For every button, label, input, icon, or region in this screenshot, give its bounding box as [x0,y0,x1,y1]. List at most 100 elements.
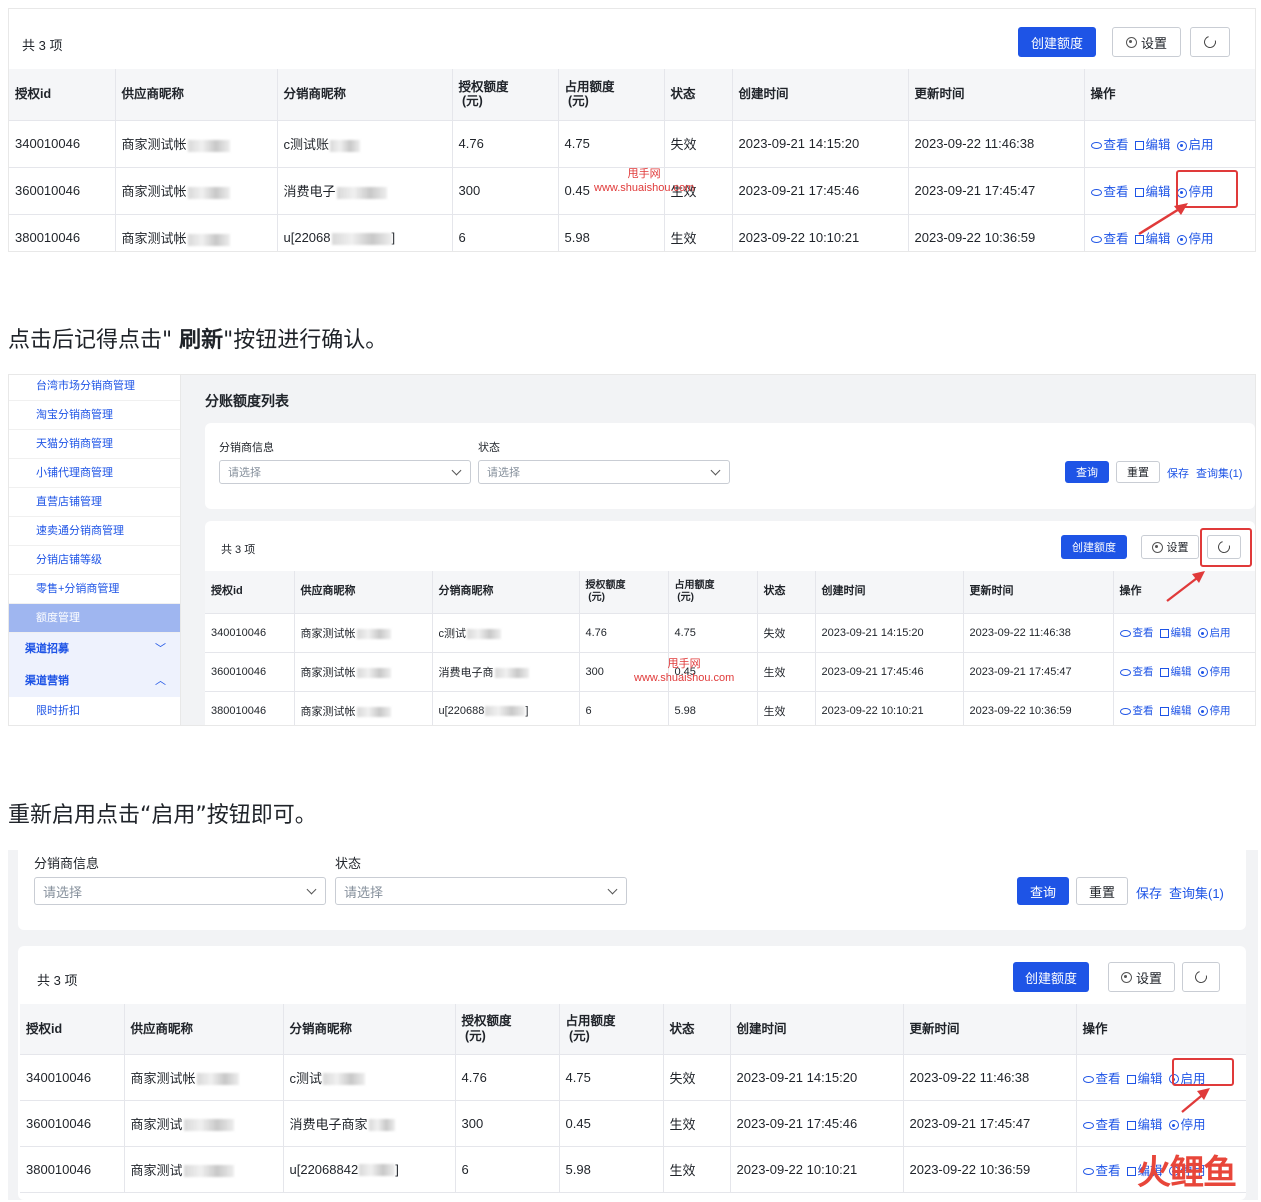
disable-link[interactable]: 停用 [1197,705,1231,717]
col-distributor: 分销商昵称 [283,1004,456,1055]
cell-distributor: u[22068842] [283,1146,456,1193]
edit-link[interactable]: 编辑 [1126,1118,1163,1132]
sidebar-item[interactable]: 限时折扣 [9,697,180,725]
reset-button[interactable]: 重置 [1116,461,1160,483]
view-link[interactable]: 查看 [1082,1164,1121,1178]
red-arrow-icon [1181,1088,1210,1113]
cell-ops: 查看 编辑 停用 [1076,1100,1246,1147]
sidebar-group-marketing[interactable]: 渠道营销 ︿ [9,665,180,697]
sidebar-item[interactable]: 直营店铺管理 [9,488,180,517]
view-link[interactable]: 查看 [1090,138,1129,152]
dist-select[interactable]: 请选择 [34,877,326,905]
sidebar-item[interactable]: 速卖通分销商管理 [9,517,180,546]
redacted-blur [187,233,230,246]
refresh-button[interactable] [1190,27,1230,57]
chevron-up-icon: ︿ [155,675,166,687]
cell-distributor: c测试 [283,1054,456,1101]
sidebar-item-active[interactable]: 额度管理 [9,604,180,633]
save-link[interactable]: 保存 [1136,883,1162,902]
cell-id: 380010046 [20,1146,125,1193]
enable-link[interactable]: 启用 [1176,138,1214,152]
filter-dist-label: 分销商信息 [219,442,274,454]
site-logo: 火鲤鱼 [1137,1153,1237,1193]
cell-id: 340010046 [20,1054,125,1101]
redacted-blur [183,1165,234,1178]
dist-select[interactable]: 请选择 [219,460,471,484]
cell-supplier: 商家测试帐 [124,1054,284,1101]
query-button[interactable]: 查询 [1017,877,1069,905]
cell-distributor: c测试账 [277,120,453,168]
cell-status: 生效 [663,1100,731,1147]
screenshot-1: 共 3 项 创建额度 设置 授权id 供应商昵称 分销商昵称 授权额度 (元) … [8,8,1256,252]
create-quota-button[interactable]: 创建额度 [1013,962,1089,992]
eye-icon [1090,142,1102,150]
sidebar-item[interactable]: 天猫分销商管理 [9,430,180,459]
edit-link[interactable]: 编辑 [1126,1072,1163,1086]
view-link[interactable]: 查看 [1090,232,1129,246]
status-select[interactable]: 请选择 [478,460,730,484]
cell-created: 2023-09-22 10:10:21 [732,214,909,251]
save-link[interactable]: 保存 [1167,465,1189,481]
reset-button[interactable]: 重置 [1076,877,1128,905]
col-used-quota: 占用额度 (元) [668,571,758,614]
edit-link[interactable]: 编辑 [1159,627,1192,639]
screenshot-2: 台湾市场分销商管理 淘宝分销商管理 天猫分销商管理 小铺代理商管理 直营店铺管理… [8,374,1256,726]
edit-link[interactable]: 编辑 [1159,705,1192,717]
total-count: 共 3 项 [22,38,63,53]
view-link[interactable]: 查看 [1119,666,1154,678]
edit-icon [1126,1120,1136,1130]
queryset-link[interactable]: 查询集(1) [1169,883,1224,902]
refresh-button[interactable] [1182,962,1220,992]
cell-status: 生效 [663,1146,731,1193]
cell-distributor: u[220688] [432,691,580,725]
settings-button[interactable]: 设置 [1141,535,1199,559]
eye-icon [1090,189,1102,197]
sidebar-group-recruit[interactable]: 渠道招募 ﹀ [9,633,180,665]
settings-button[interactable]: 设置 [1108,962,1175,992]
edit-link[interactable]: 编辑 [1134,138,1171,152]
cell-supplier: 商家测试 [124,1146,284,1193]
enable-link[interactable]: 启用 [1197,627,1231,639]
edit-link[interactable]: 编辑 [1159,666,1192,678]
status-select[interactable]: 请选择 [335,877,627,905]
cell-updated: 2023-09-22 11:46:38 [903,1054,1077,1101]
view-link[interactable]: 查看 [1090,185,1129,199]
settings-button[interactable]: 设置 [1112,27,1181,57]
cell-created: 2023-09-21 17:45:46 [815,652,964,692]
disable-link[interactable]: 停用 [1197,666,1231,678]
settings-icon [1120,971,1132,983]
col-distributor: 分销商昵称 [277,69,453,121]
cell-used: 5.98 [558,214,665,251]
view-link[interactable]: 查看 [1082,1072,1121,1086]
sidebar-item[interactable]: 淘宝分销商管理 [9,401,180,430]
quota-table: 授权id 供应商昵称 分销商昵称 授权额度 (元) 占用额度 (元) 状态 创建… [20,1004,1246,1193]
queryset-link[interactable]: 查询集(1) [1196,465,1242,481]
table-row: 380010046 商家测试 u[22068842] 6 5.98 生效 202… [20,1146,1246,1193]
view-link[interactable]: 查看 [1119,705,1154,717]
cell-status: 失效 [757,613,816,653]
view-link[interactable]: 查看 [1082,1118,1121,1132]
watermark: 甩手网 www.shuaishou.com [594,168,695,195]
query-button[interactable]: 查询 [1065,461,1109,483]
col-auth-id: 授权id [20,1004,125,1055]
sidebar-item[interactable]: 零售+分销商管理 [9,575,180,604]
create-quota-button[interactable]: 创建额度 [1018,27,1096,57]
sidebar-item[interactable]: 台湾市场分销商管理 [9,375,180,401]
cell-ops: 查看 编辑 停用 [1113,652,1255,692]
cell-updated: 2023-09-21 17:45:47 [903,1100,1077,1147]
toggle-icon [1176,140,1187,151]
disable-link[interactable]: 停用 [1168,1118,1206,1132]
sidebar-item[interactable]: 分销店铺等级 [9,546,180,575]
cell-created: 2023-09-21 14:15:20 [730,1054,904,1101]
cell-status: 生效 [757,652,816,692]
create-quota-button[interactable]: 创建额度 [1061,535,1127,559]
quota-table: 授权id 供应商昵称 分销商昵称 授权额度 (元) 占用额度 (元) 状态 创建… [9,69,1255,251]
view-link[interactable]: 查看 [1119,627,1154,639]
eye-icon [1119,707,1131,715]
cell-used: 4.75 [559,1054,664,1101]
create-quota-label: 创建额度 [1030,35,1083,51]
cell-created: 2023-09-21 17:45:46 [732,167,909,215]
sidebar-item[interactable]: 小铺代理商管理 [9,459,180,488]
filter-status-label: 状态 [478,442,500,454]
redacted-blur [183,1119,234,1132]
